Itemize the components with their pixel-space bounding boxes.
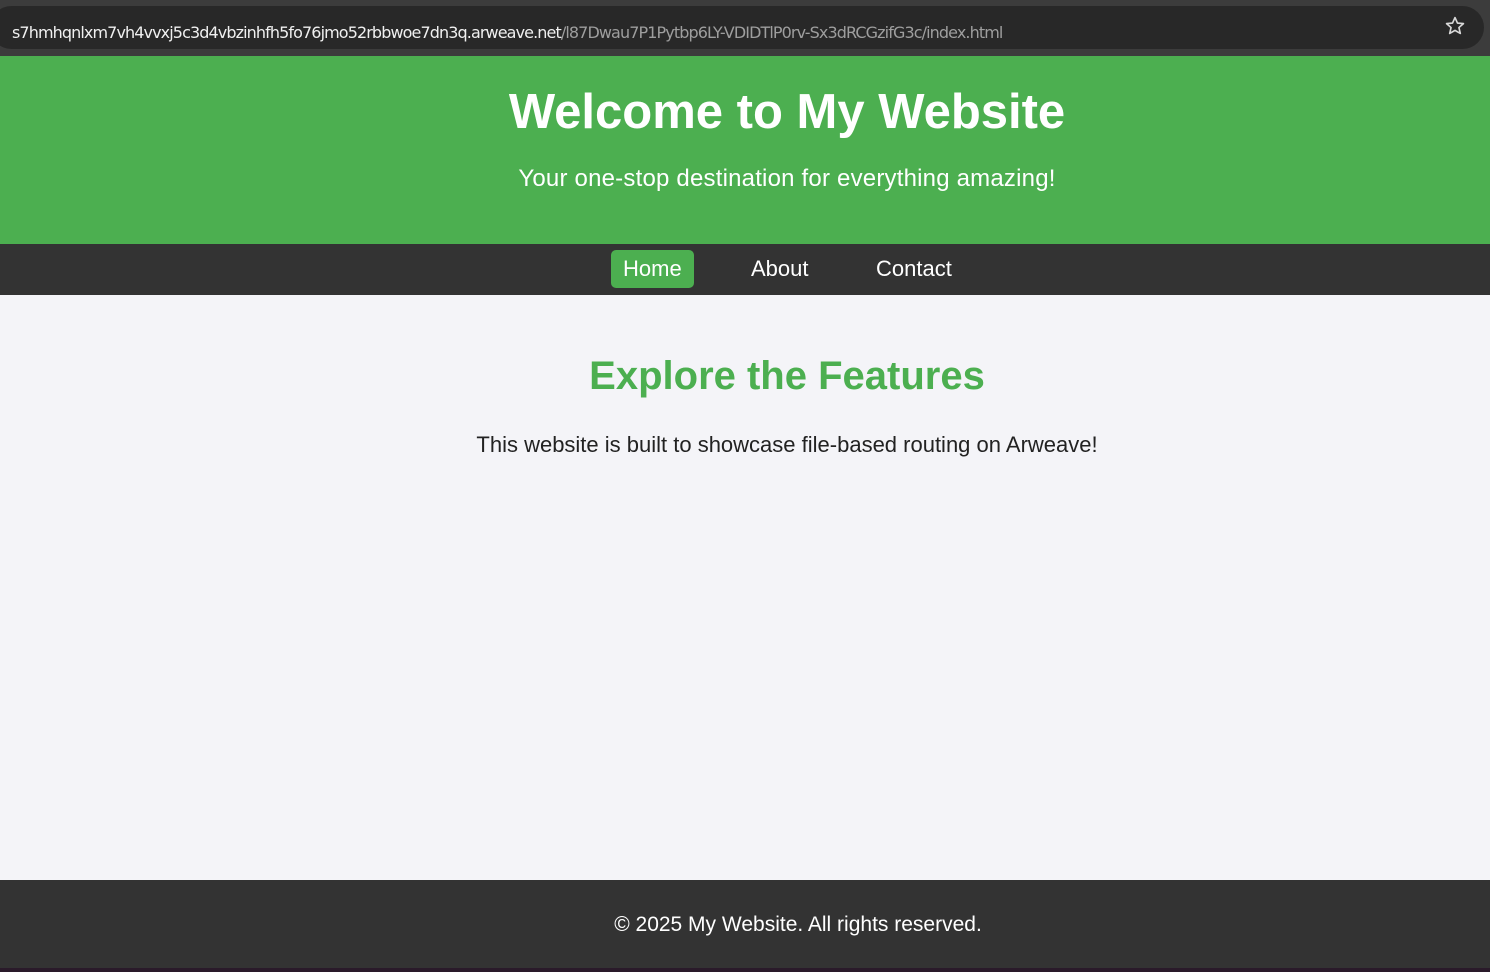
footer-copyright: © 2025 My Website. All rights reserved.	[614, 913, 982, 936]
bookmark-star-icon[interactable]	[1444, 15, 1466, 37]
features-heading: Explore the Features	[589, 354, 985, 398]
url-host: s7hmhqnlxm7vh4vvxj5c3d4vbzinhfh5fo76jmo5…	[12, 23, 562, 42]
url-text[interactable]: s7hmhqnlxm7vh4vvxj5c3d4vbzinhfh5fo76jmo5…	[12, 23, 1003, 43]
window-bottom-edge	[0, 968, 1490, 972]
site-footer: © 2025 My Website. All rights reserved.	[0, 880, 1490, 968]
address-bar[interactable]: ⚙ s7hmhqnlxm7vh4vvxj5c3d4vbzinhfh5fo76jm…	[0, 6, 1484, 49]
site-tagline: Your one-stop destination for everything…	[518, 165, 1056, 192]
main-nav: Home About Contact	[0, 244, 1490, 295]
nav-link-about[interactable]: About	[739, 250, 821, 288]
site-title: Welcome to My Website	[508, 85, 1066, 139]
site-header: Welcome to My Website Your one-stop dest…	[0, 56, 1490, 244]
url-path: /l87Dwau7P1Pytbp6LY-VDIDTlP0rv-Sx3dRCGzi…	[560, 23, 1003, 42]
main-content: Explore the Features This website is bui…	[0, 295, 1490, 880]
nav-link-contact[interactable]: Contact	[864, 250, 964, 288]
browser-toolbar: ⚙ s7hmhqnlxm7vh4vvxj5c3d4vbzinhfh5fo76jm…	[0, 0, 1490, 56]
nav-link-home[interactable]: Home	[611, 250, 694, 288]
features-description: This website is built to showcase file-b…	[476, 432, 1098, 457]
